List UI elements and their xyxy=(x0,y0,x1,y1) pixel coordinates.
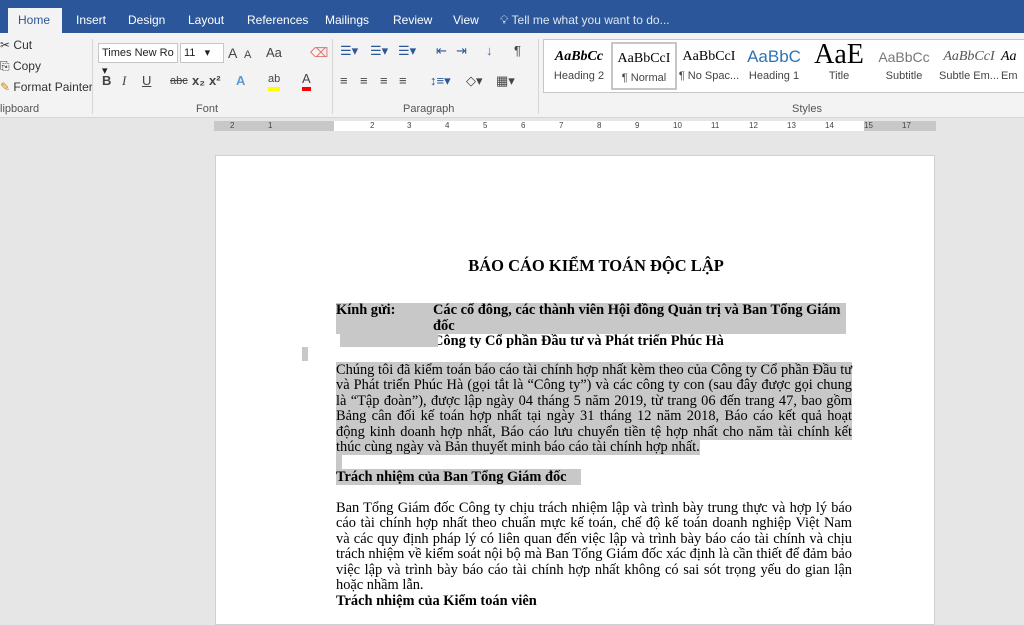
recipient-label: Kính gửi: xyxy=(336,302,396,318)
justify-icon[interactable]: ≡ xyxy=(399,73,407,89)
format-painter-button[interactable]: ✎ Format Painter xyxy=(0,80,93,94)
ruler-tick-label: 1 xyxy=(268,121,273,130)
scissors-icon: ✂ xyxy=(0,38,11,52)
divider xyxy=(92,39,93,114)
style-heading-1[interactable]: AaBbC Heading 1 xyxy=(741,42,807,90)
tab-view[interactable]: View xyxy=(443,8,489,33)
styles-gallery: AaBbCc Heading 2 AaBbCcI ¶ Normal AaBbCcI ¶… xyxy=(543,39,1024,93)
styles-group-label: Styles xyxy=(792,103,822,115)
borders-icon[interactable]: ▦▾ xyxy=(496,73,515,89)
bullets-icon[interactable]: ☰▾ xyxy=(340,43,358,59)
strikethrough-button[interactable]: abc xyxy=(170,73,188,89)
style-heading-2[interactable]: AaBbCc Heading 2 xyxy=(546,42,612,90)
tab-insert[interactable]: Insert xyxy=(66,8,116,33)
font-size-select[interactable]: 11 ▾ xyxy=(180,43,224,63)
ruler-tick-label: 14 xyxy=(825,121,834,130)
numbering-icon[interactable]: ☰▾ xyxy=(370,43,388,59)
increase-indent-icon[interactable]: ⇥ xyxy=(456,43,467,59)
intro-paragraph: Chúng tôi đã kiểm toán báo cáo tài chính… xyxy=(336,362,852,456)
highlight-color-button[interactable]: ab xyxy=(268,71,281,91)
ruler-tick-label: 17 xyxy=(902,121,911,130)
align-right-icon[interactable]: ≡ xyxy=(380,73,388,89)
decrease-indent-icon[interactable]: ⇤ xyxy=(436,43,447,59)
tab-mailings[interactable]: Mailings xyxy=(315,8,379,33)
ruler-tick-label: 7 xyxy=(559,121,564,130)
align-left-icon[interactable]: ≡ xyxy=(340,73,348,89)
ribbon-tab-bar: Home Insert Design Layout References Mai… xyxy=(0,0,1024,33)
tab-references[interactable]: References xyxy=(237,8,318,33)
italic-button[interactable]: I xyxy=(122,73,126,89)
font-color-button[interactable]: A xyxy=(302,71,311,91)
ruler-tick-label: 4 xyxy=(445,121,450,130)
ruler-tick-label: 15 xyxy=(864,121,873,130)
document-title: BÁO CÁO KIỂM TOÁN ĐỘC LẬP xyxy=(468,256,724,275)
style-subtle-emphasis[interactable]: AaBbCcI Subtle Em... xyxy=(936,42,1002,90)
tab-layout[interactable]: Layout xyxy=(178,8,234,33)
tab-review[interactable]: Review xyxy=(383,8,442,33)
font-name-select[interactable]: Times New Ro ▾ xyxy=(98,43,178,77)
recipient-line-2: Công ty Cổ phần Đầu tư và Phát triển Phú… xyxy=(433,333,724,349)
style-title[interactable]: AaE Title xyxy=(806,41,872,90)
paintbrush-icon: ✎ xyxy=(0,80,11,94)
sort-icon[interactable]: ↓ xyxy=(486,43,493,59)
align-center-icon[interactable]: ≡ xyxy=(360,73,368,89)
horizontal-ruler[interactable]: 211234567891011121314151718 xyxy=(214,121,936,131)
selected-empty-line xyxy=(340,334,438,347)
line-spacing-icon[interactable]: ↕≡▾ xyxy=(430,73,451,89)
ruler-tick-label: 12 xyxy=(749,121,758,130)
tab-home[interactable]: Home xyxy=(8,8,62,33)
ruler-tick-label: 8 xyxy=(597,121,602,130)
font-group-label: Font xyxy=(196,103,219,115)
section-heading-auditor: Trách nhiệm của Kiểm toán viên xyxy=(336,593,537,609)
ruler-margin-right xyxy=(864,121,936,131)
shading-icon[interactable]: ◇▾ xyxy=(466,73,483,89)
clipboard-group-label: lipboard xyxy=(0,103,40,115)
ribbon: ✂ Cut ⎘ Copy ✎ Format Painter lipboard T… xyxy=(0,33,1024,118)
divider xyxy=(538,39,539,114)
selected-empty-line xyxy=(336,455,342,469)
shrink-font-button[interactable]: A xyxy=(244,47,251,63)
margin-marker xyxy=(302,347,308,361)
lightbulb-icon: 💡︎ xyxy=(500,13,512,27)
tab-design[interactable]: Design xyxy=(118,8,175,33)
copy-button[interactable]: ⎘ Copy xyxy=(0,59,41,74)
management-paragraph: Ban Tổng Giám đốc Công ty chịu trách nhi… xyxy=(336,500,852,594)
ruler-tick-label: 5 xyxy=(483,121,488,130)
ruler-tick-label: 9 xyxy=(635,121,640,130)
ruler-tick-label: 10 xyxy=(673,121,682,130)
recipient-line-1: Các cổ đông, các thành viên Hội đồng Quả… xyxy=(433,302,841,334)
style-emphasis[interactable]: Aa Em xyxy=(1001,42,1024,90)
cut-button[interactable]: ✂ Cut xyxy=(0,38,32,52)
change-case-button[interactable]: Aa xyxy=(266,45,282,61)
subscript-button[interactable]: x₂ xyxy=(192,73,205,89)
ruler-tick-label: 11 xyxy=(711,121,720,130)
text-effects-button[interactable]: A xyxy=(236,73,245,89)
grow-font-button[interactable]: A xyxy=(228,45,237,61)
style-no-spacing[interactable]: AaBbCcI ¶ No Spac... xyxy=(676,42,742,90)
paragraph-group-label: Paragraph xyxy=(403,103,455,115)
ruler-tick-label: 2 xyxy=(370,121,375,130)
show-formatting-button[interactable]: ¶ xyxy=(514,43,521,59)
section-heading-management: Trách nhiệm của Ban Tổng Giám đốc xyxy=(336,469,581,486)
tell-me-search[interactable]: 💡︎ Tell me what you want to do... xyxy=(500,8,670,33)
clear-formatting-icon[interactable]: ⌫ xyxy=(310,45,328,61)
ruler-tick-label: 3 xyxy=(407,121,412,130)
ruler-tick-label: 13 xyxy=(787,121,796,130)
ruler-tick-label: 6 xyxy=(521,121,526,130)
ruler-tick-label: 2 xyxy=(230,121,235,130)
multilevel-list-icon[interactable]: ☰▾ xyxy=(398,43,416,59)
divider xyxy=(332,39,333,114)
copy-icon: ⎘ xyxy=(0,59,10,73)
superscript-button[interactable]: x² xyxy=(209,73,221,89)
bold-button[interactable]: B xyxy=(102,73,111,89)
style-subtitle[interactable]: AaBbCc Subtitle xyxy=(871,42,937,90)
underline-button[interactable]: U xyxy=(142,73,151,89)
style-normal[interactable]: AaBbCcI ¶ Normal xyxy=(611,42,677,90)
